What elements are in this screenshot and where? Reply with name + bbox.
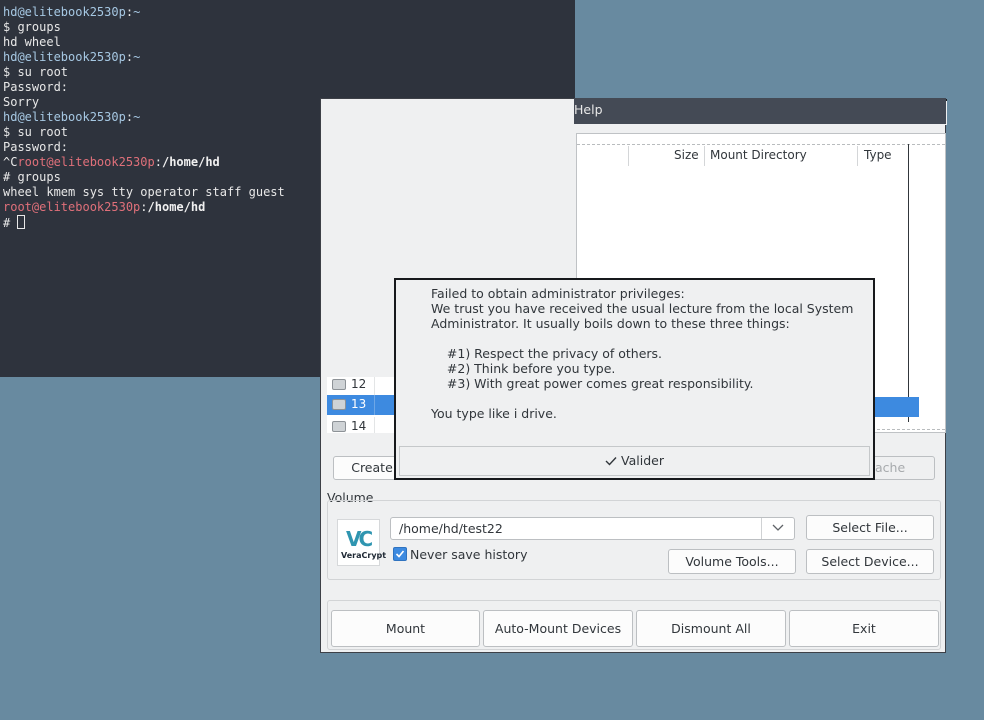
prompt-user: root@elitebook2530p [3, 200, 141, 214]
auto-mount-label: Auto-Mount Devices [494, 621, 622, 636]
select-device-button[interactable]: Select Device... [806, 549, 934, 574]
terminal-line: Password: [3, 80, 575, 95]
prompt-path: ~ [133, 110, 141, 124]
terminal-text: wheel kmem sys tty operator staff guest [3, 185, 285, 199]
terminal-text: hd wheel [3, 35, 61, 49]
never-save-history-label: Never save history [410, 547, 528, 562]
prompt-user: hd@elitebook2530p [3, 5, 126, 19]
dialog-message: Failed to obtain administrator privilege… [431, 286, 853, 421]
terminal-text: Password: [3, 140, 69, 154]
prompt-separator: : [154, 155, 162, 169]
prompt-user: hd@elitebook2530p [3, 110, 126, 124]
chevron-down-icon[interactable] [761, 518, 794, 539]
column-type[interactable]: Type [864, 148, 892, 162]
column-separator [628, 146, 629, 166]
dialog-message-line: #3) With great power comes great respons… [431, 376, 754, 391]
terminal-line: hd@elitebook2530p:~ [3, 5, 575, 20]
terminal-line: $ su root [3, 65, 575, 80]
drive-icon [332, 421, 346, 432]
terminal-text: # [3, 216, 18, 230]
veracrypt-titlebar[interactable] [574, 98, 946, 124]
prompt-path: ~ [133, 50, 141, 64]
dialog-message-line: Failed to obtain administrator privilege… [431, 286, 685, 301]
mount-label: Mount [385, 621, 426, 636]
volume-path-value: /home/hd/test22 [399, 521, 503, 536]
dialog-message-line: Administrator. It usually boils down to … [431, 316, 790, 331]
prompt-separator: : [125, 50, 134, 64]
column-mount-directory[interactable]: Mount Directory [710, 148, 807, 162]
auto-mount-devices-button[interactable]: Auto-Mount Devices [483, 610, 633, 647]
dialog-message-line: #2) Think before you type. [431, 361, 616, 376]
ok-button-label: Valider [621, 453, 664, 468]
terminal-text: Sorry [3, 95, 40, 109]
terminal-text: $ su root [3, 125, 69, 139]
terminal-text: $ groups [3, 20, 61, 34]
dialog-message-line: You type like i drive. [431, 406, 557, 421]
terminal-text: Password: [3, 80, 69, 94]
prompt-user: root@elitebook2530p [17, 155, 155, 169]
exit-label: Exit [852, 621, 876, 636]
drive-number: 12 [351, 377, 367, 391]
terminal-cursor [17, 215, 26, 229]
drive-number: 14 [351, 419, 367, 433]
row-separator [374, 395, 375, 415]
list-top-border [577, 144, 945, 145]
dialog-message-line [431, 391, 853, 406]
prompt-path: /home/hd [161, 155, 220, 169]
wipe-cache-label: ache [875, 460, 906, 475]
volume-tools-label: Volume Tools... [685, 554, 779, 569]
exit-button[interactable]: Exit [789, 610, 939, 647]
terminal-line: $ groups [3, 20, 575, 35]
prompt-path: /home/hd [147, 200, 206, 214]
row-separator [374, 417, 375, 433]
dialog-message-line: #1) Respect the privacy of others. [431, 346, 663, 361]
row-separator [374, 377, 375, 395]
veracrypt-logo[interactable]: VC VeraCrypt [337, 519, 386, 566]
drive-number: 13 [351, 397, 367, 411]
drive-icon [332, 399, 346, 410]
checkmark-icon [605, 457, 617, 466]
create-volume-label: Create [351, 460, 393, 475]
mount-button[interactable]: Mount [331, 610, 480, 647]
terminal-interrupt: ^C [3, 155, 18, 169]
checkbox-checked[interactable] [393, 547, 407, 561]
column-separator [704, 146, 705, 166]
prompt-separator: : [125, 5, 134, 19]
prompt-separator: : [140, 200, 148, 214]
drive-icon [332, 379, 346, 390]
menu-help[interactable]: Help [574, 102, 603, 117]
select-device-label: Select Device... [821, 554, 919, 569]
select-file-button[interactable]: Select File... [806, 515, 934, 540]
column-separator [857, 146, 858, 166]
volume-path-combobox[interactable]: /home/hd/test22 [390, 517, 795, 540]
prompt-separator: : [125, 110, 134, 124]
error-dialog: Failed to obtain administrator privilege… [394, 278, 875, 480]
volume-tools-button[interactable]: Volume Tools... [668, 549, 796, 574]
select-file-label: Select File... [832, 520, 908, 535]
dialog-message-line: We trust you have received the usual lec… [431, 301, 854, 316]
prompt-user: hd@elitebook2530p [3, 50, 126, 64]
terminal-line: hd wheel [3, 35, 575, 50]
terminal-line: hd@elitebook2530p:~ [3, 50, 575, 65]
dialog-button-bar: Valider [399, 446, 870, 476]
terminal-text: $ su root [3, 65, 69, 79]
dismount-all-button[interactable]: Dismount All [636, 610, 786, 647]
column-divider [908, 144, 909, 422]
logo-mark: VC [346, 527, 373, 551]
ok-button[interactable]: Valider [400, 447, 869, 475]
dialog-message-line [431, 331, 853, 346]
logo-text: VeraCrypt [341, 551, 387, 560]
terminal-text: # groups [3, 170, 61, 184]
dismount-all-label: Dismount All [671, 621, 751, 636]
prompt-path: ~ [133, 5, 141, 19]
column-size[interactable]: Size [674, 148, 699, 162]
